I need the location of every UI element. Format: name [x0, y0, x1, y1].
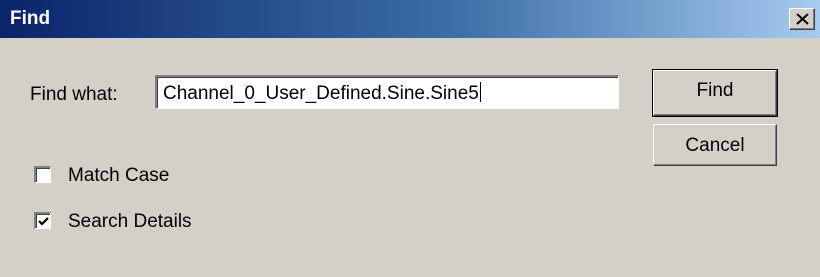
dialog-title: Find [10, 8, 51, 29]
checkmark-icon [38, 217, 49, 226]
search-details-checkbox[interactable] [34, 212, 51, 229]
find-what-value: Channel_0_User_Defined.Sine.Sine5 [163, 83, 479, 104]
find-what-input[interactable]: Channel_0_User_Defined.Sine.Sine5 [155, 75, 619, 109]
find-what-label: Find what: [30, 84, 118, 105]
close-button[interactable] [789, 8, 815, 30]
cancel-button[interactable]: Cancel [653, 124, 777, 166]
find-button[interactable]: Find [652, 69, 778, 117]
match-case-label[interactable]: Match Case [68, 165, 169, 187]
text-caret [479, 82, 481, 102]
find-dialog: Find Find what: Channel_0_User_Defined.S… [0, 0, 820, 277]
title-bar[interactable]: Find [0, 0, 820, 38]
close-icon [796, 13, 809, 25]
search-details-label[interactable]: Search Details [68, 211, 192, 233]
match-case-checkbox[interactable] [34, 166, 51, 183]
